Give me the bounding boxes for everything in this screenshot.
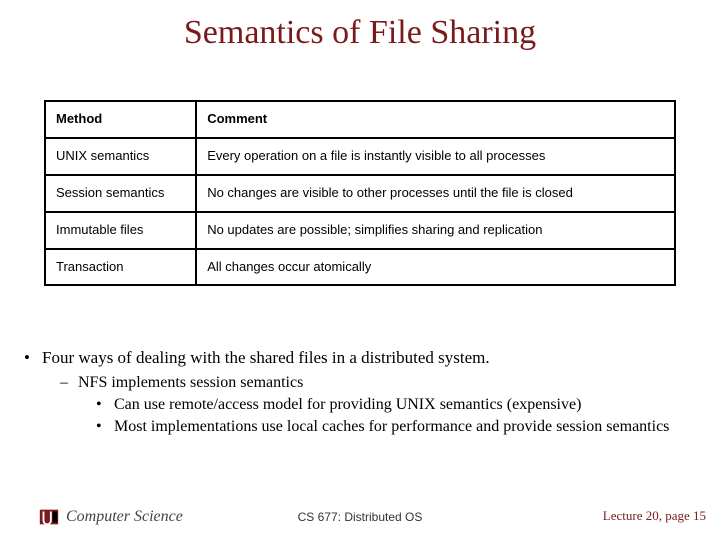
bullet-icon: • (96, 396, 114, 414)
affiliation-text: Computer Science (66, 508, 183, 526)
semantics-table: Method Comment UNIX semantics Every oper… (44, 100, 676, 286)
umass-logo-icon (38, 506, 60, 528)
header-comment: Comment (196, 101, 675, 138)
semantics-table-wrap: Method Comment UNIX semantics Every oper… (44, 100, 676, 286)
table-header-row: Method Comment (45, 101, 675, 138)
table-row: Immutable files No updates are possible;… (45, 212, 675, 249)
page-number: Lecture 20, page 15 (603, 508, 706, 524)
bullet-lvl3: •Can use remote/access model for providi… (24, 396, 700, 414)
table-row: UNIX semantics Every operation on a file… (45, 138, 675, 175)
table-row: Session semantics No changes are visible… (45, 175, 675, 212)
bullet-lvl3: •Most implementations use local caches f… (24, 418, 700, 436)
bullet-lvl3a-text: Can use remote/access model for providin… (114, 396, 581, 413)
header-method: Method (45, 101, 196, 138)
affiliation: Computer Science (38, 506, 183, 528)
cell-method: UNIX semantics (45, 138, 196, 175)
cell-method: Session semantics (45, 175, 196, 212)
bullet-lvl1: •Four ways of dealing with the shared fi… (24, 348, 700, 368)
cell-comment: Every operation on a file is instantly v… (196, 138, 675, 175)
bullet-lvl3b-text: Most implementations use local caches fo… (114, 418, 669, 435)
dash-icon: – (60, 374, 78, 392)
footer: Computer Science CS 677: Distributed OS … (0, 504, 720, 530)
course-code: CS 677: Distributed OS (298, 510, 423, 524)
bullet-icon: • (24, 348, 42, 368)
slide: Semantics of File Sharing Method Comment… (0, 0, 720, 540)
cell-method: Immutable files (45, 212, 196, 249)
cell-method: Transaction (45, 249, 196, 286)
cell-comment: All changes occur atomically (196, 249, 675, 286)
cell-comment: No updates are possible; simplifies shar… (196, 212, 675, 249)
bullet-section: •Four ways of dealing with the shared fi… (24, 348, 700, 436)
bullet-lvl2: –NFS implements session semantics (24, 374, 700, 392)
cell-comment: No changes are visible to other processe… (196, 175, 675, 212)
slide-title: Semantics of File Sharing (0, 0, 720, 52)
bullet-lvl1-text: Four ways of dealing with the shared fil… (42, 348, 490, 367)
table-row: Transaction All changes occur atomically (45, 249, 675, 286)
bullet-icon: • (96, 418, 114, 436)
bullet-lvl2-text: NFS implements session semantics (78, 374, 303, 391)
